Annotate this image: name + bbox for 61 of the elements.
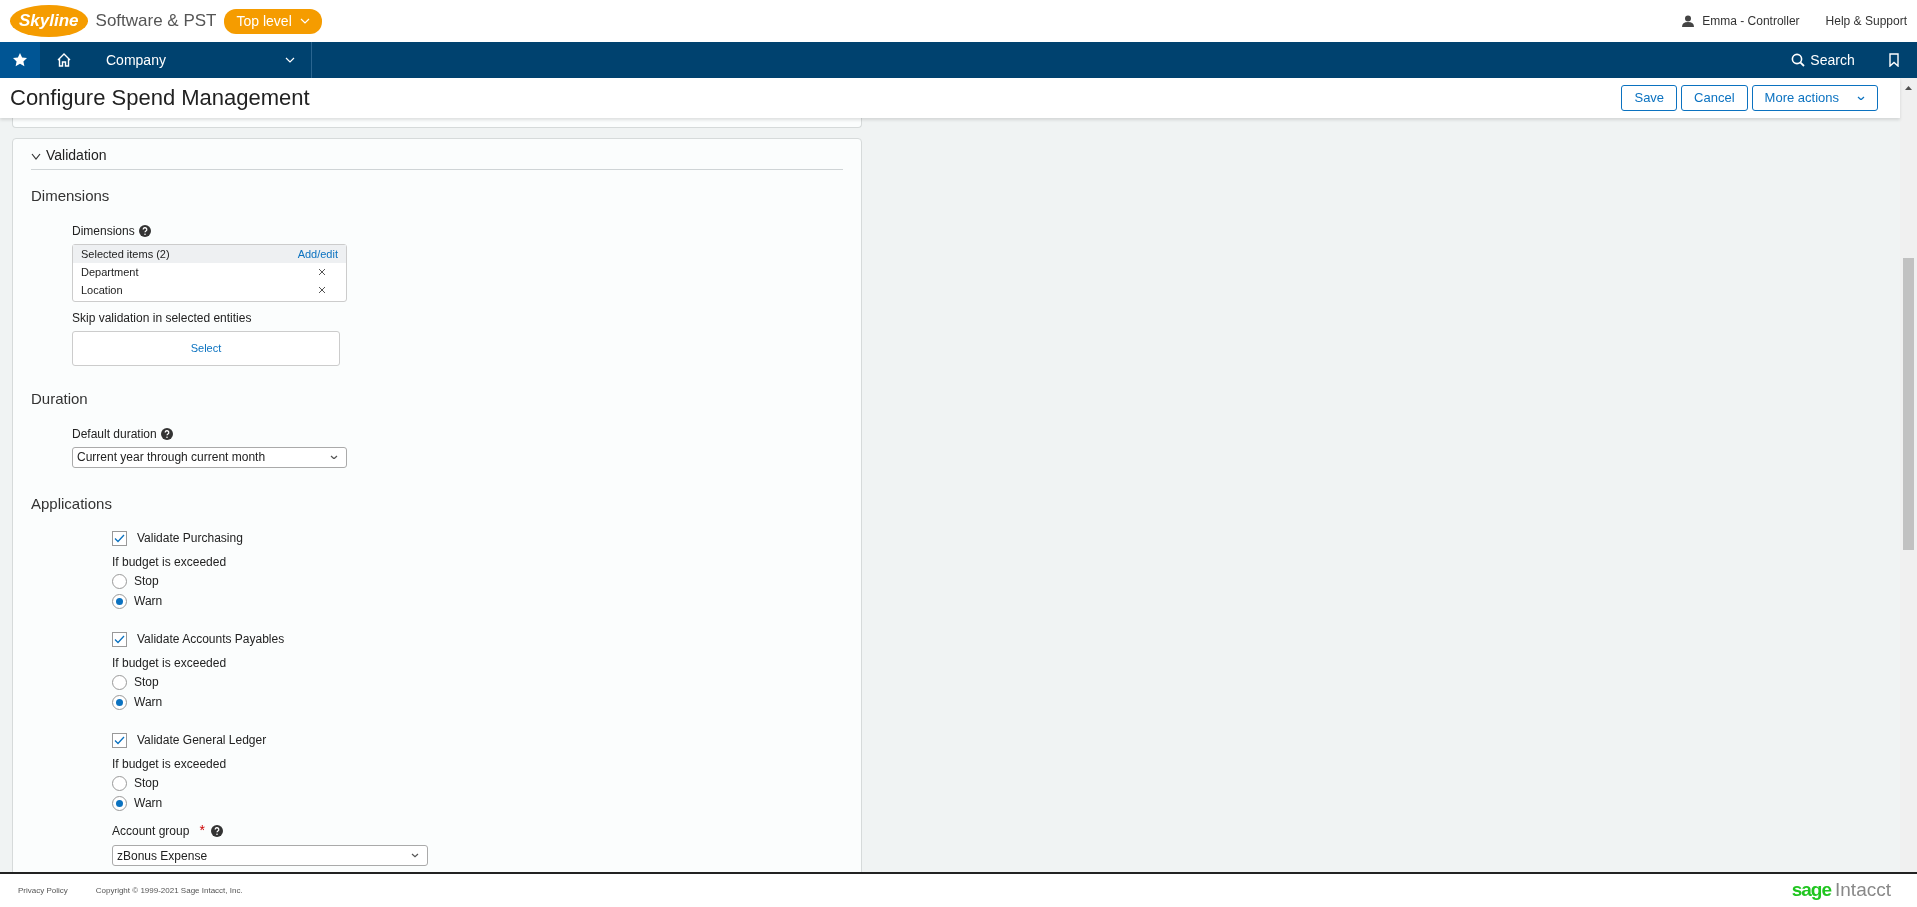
search-icon bbox=[1791, 53, 1806, 67]
checkbox-label: Validate Accounts Payables bbox=[137, 631, 285, 648]
select-field[interactable]: zBonus Expense bbox=[112, 845, 428, 866]
radio-group-label: If budget is exceeded bbox=[112, 554, 228, 571]
copyright-text: Copyright © 1999-2021 Sage Intacct, Inc. bbox=[95, 884, 243, 897]
radio-group-label: If budget is exceeded bbox=[112, 756, 228, 773]
user-icon bbox=[1682, 15, 1695, 27]
more-actions-button[interactable]: More actions bbox=[1751, 85, 1878, 111]
action-button[interactable]: Cancel bbox=[1681, 85, 1748, 111]
panel-title[interactable]: Validation bbox=[46, 145, 107, 166]
list-header: Selected items (2) bbox=[81, 246, 170, 262]
remove-icon[interactable] bbox=[318, 286, 326, 294]
required-mark: * bbox=[199, 821, 205, 840]
caret-icon bbox=[330, 454, 338, 460]
select-button[interactable]: Select bbox=[72, 331, 340, 366]
brand-logo: sage Intacct bbox=[1791, 878, 1891, 903]
radio-label: Stop bbox=[134, 674, 159, 691]
caret-icon bbox=[411, 853, 419, 858]
section-title: Applications bbox=[31, 493, 113, 514]
radio-label: Stop bbox=[134, 573, 159, 590]
section-title: Duration bbox=[31, 389, 89, 409]
select-field[interactable]: Current year through current month bbox=[72, 446, 347, 468]
radio-label: Warn bbox=[134, 795, 163, 812]
radio-group-label: If budget is exceeded bbox=[112, 655, 228, 672]
checkbox-label: Validate General Ledger bbox=[137, 732, 267, 749]
radio-button[interactable] bbox=[112, 775, 127, 791]
radio-button[interactable] bbox=[112, 573, 127, 589]
add-edit-link[interactable]: Add/edit bbox=[297, 245, 338, 262]
bookmark-icon bbox=[1887, 53, 1900, 67]
field-label: Account group bbox=[112, 822, 190, 840]
list-item: Location bbox=[81, 282, 123, 298]
company-name: Software & PST bbox=[95, 10, 217, 33]
star-icon bbox=[12, 52, 28, 68]
radio-label: Warn bbox=[134, 593, 163, 610]
search-button[interactable]: Search bbox=[1776, 42, 1870, 78]
caret-icon bbox=[299, 18, 310, 24]
list-item: Department bbox=[81, 264, 139, 280]
checkbox[interactable] bbox=[112, 530, 127, 546]
radio-button[interactable] bbox=[112, 795, 127, 811]
help-link[interactable]: Help & Support bbox=[1825, 12, 1907, 30]
checkbox[interactable] bbox=[112, 631, 127, 647]
remove-icon[interactable] bbox=[318, 268, 326, 276]
user-menu[interactable]: Emma - Controller bbox=[1702, 12, 1800, 30]
section-title: Dimensions bbox=[31, 186, 111, 206]
scrollbar-thumb[interactable] bbox=[1903, 258, 1914, 550]
privacy-link[interactable]: Privacy Policy bbox=[18, 884, 68, 897]
caret-icon bbox=[285, 57, 295, 63]
radio-label: Warn bbox=[134, 694, 163, 711]
radio-button[interactable] bbox=[112, 593, 127, 609]
field-label: Dimensions bbox=[72, 222, 135, 240]
radio-button[interactable] bbox=[112, 694, 127, 710]
radio-label: Stop bbox=[134, 775, 159, 792]
radio-button[interactable] bbox=[112, 674, 127, 690]
checkbox-label: Validate Purchasing bbox=[137, 530, 243, 547]
action-button[interactable]: Save bbox=[1621, 85, 1678, 111]
page-title: Configure Spend Management bbox=[10, 84, 310, 112]
field-label: Skip validation in selected entities bbox=[72, 310, 252, 327]
checkbox[interactable] bbox=[112, 732, 127, 748]
favorites-button[interactable] bbox=[0, 42, 40, 78]
home-icon bbox=[56, 52, 72, 68]
field-label: Default duration bbox=[72, 425, 157, 443]
